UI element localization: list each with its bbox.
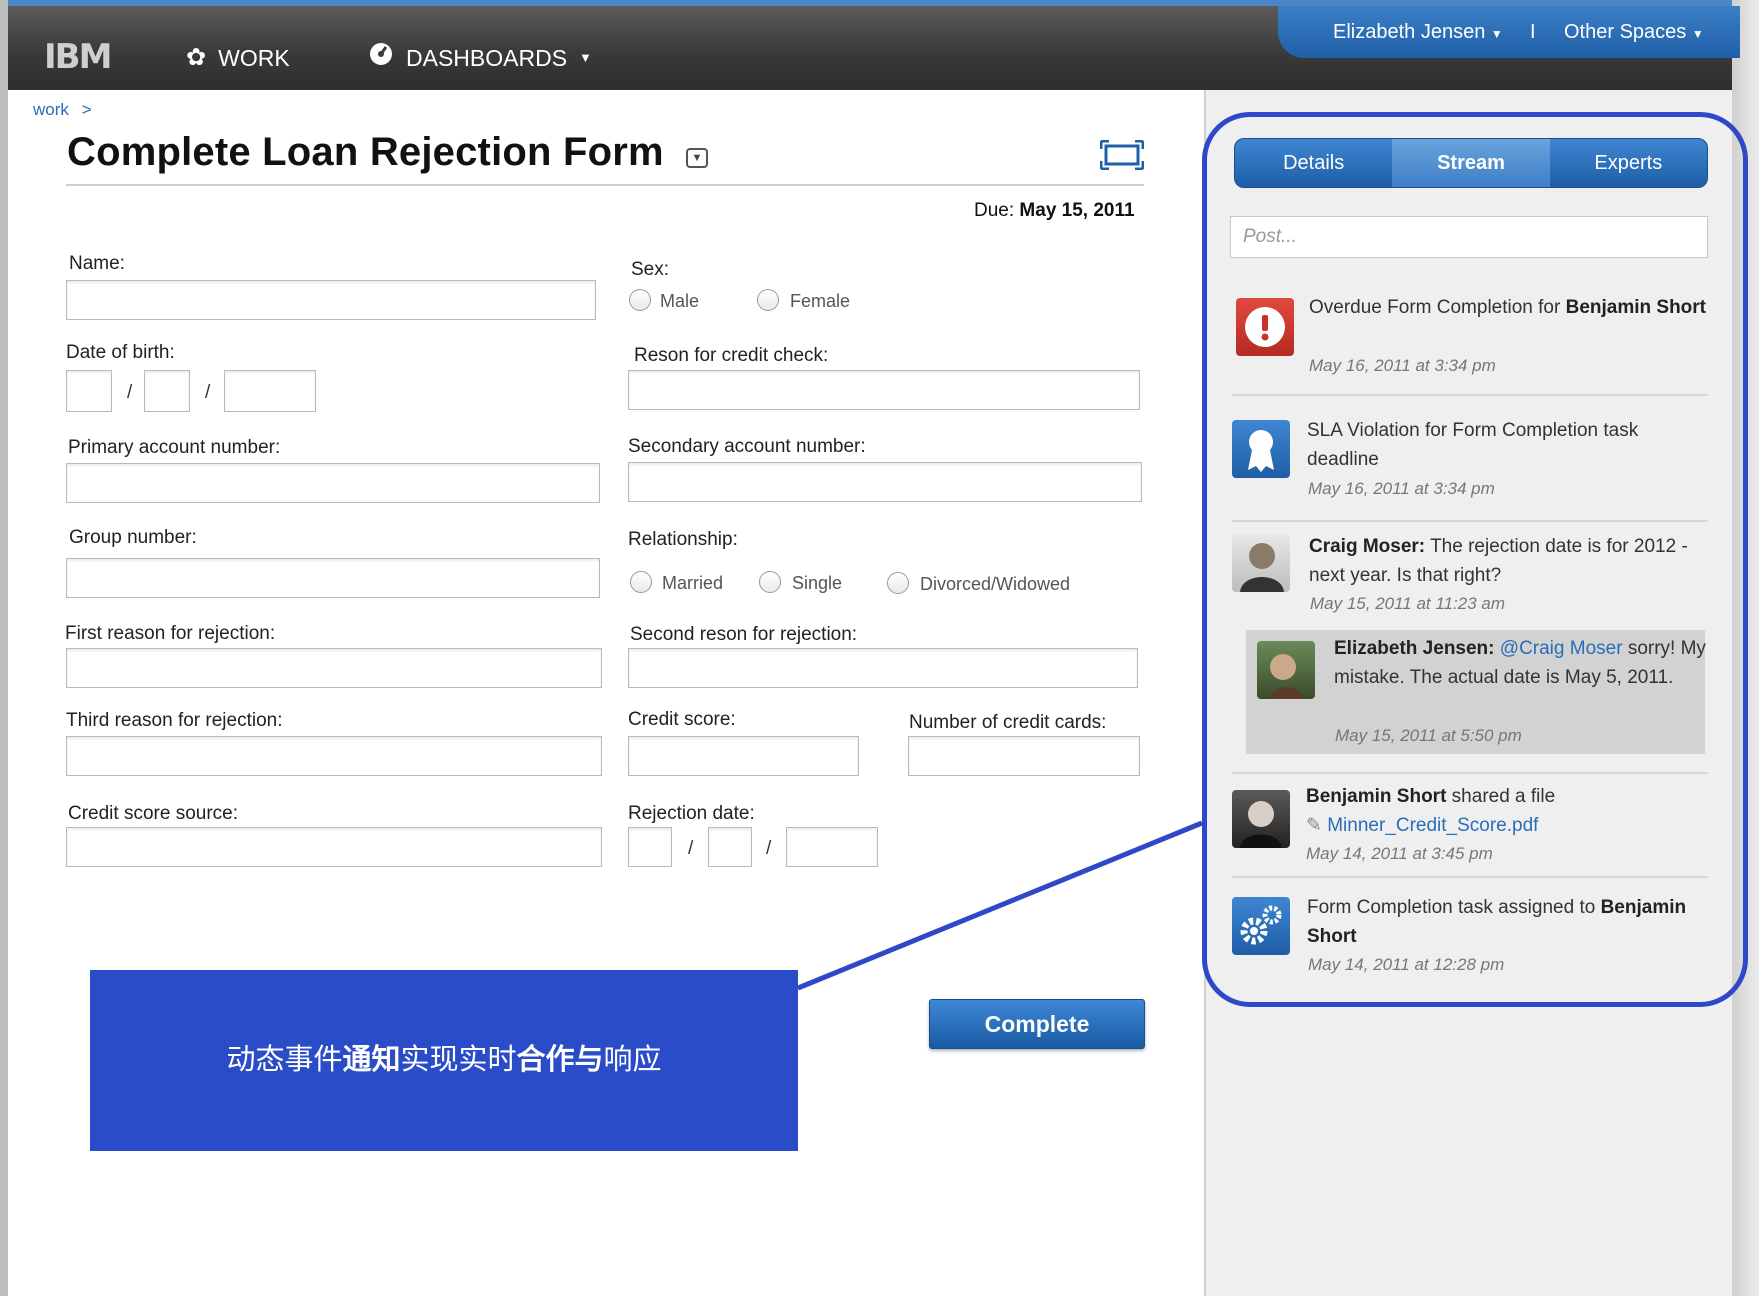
credit-score-label: Credit score: bbox=[628, 709, 736, 730]
primary-account-input[interactable] bbox=[66, 463, 600, 503]
credit-check-reason-label: Reson for credit check: bbox=[634, 345, 829, 366]
sex-male-radio[interactable] bbox=[629, 289, 651, 311]
relationship-divorced-label: Divorced/Widowed bbox=[920, 574, 1071, 594]
chevron-down-icon: ▼ bbox=[579, 50, 592, 65]
chevron-down-icon: ▼ bbox=[691, 152, 703, 164]
nav-dashboards[interactable]: DASHBOARDS ▼ bbox=[368, 42, 592, 74]
first-reason-input[interactable] bbox=[66, 648, 602, 688]
callout-text-3: 实现实时 bbox=[400, 1044, 517, 1076]
dob-year-input[interactable] bbox=[224, 370, 316, 412]
date-slash: / bbox=[205, 382, 211, 403]
rejection-date-label: Rejection date: bbox=[628, 803, 755, 824]
credit-check-reason-input[interactable] bbox=[628, 370, 1140, 410]
name-input[interactable] bbox=[66, 280, 596, 320]
secondary-account-label: Secondary account number: bbox=[628, 436, 866, 457]
page-title: Complete Loan Rejection Form bbox=[67, 130, 664, 174]
breadcrumb-separator: > bbox=[81, 100, 92, 119]
credit-score-input[interactable] bbox=[628, 736, 859, 776]
dob-label: Date of birth: bbox=[66, 342, 175, 363]
user-name: Elizabeth Jensen bbox=[1333, 21, 1486, 43]
relationship-label: Relationship: bbox=[628, 529, 738, 550]
expand-icon[interactable] bbox=[1099, 139, 1145, 171]
nav-dashboards-label: DASHBOARDS bbox=[406, 45, 568, 71]
stream-highlight-outline bbox=[1202, 112, 1748, 1007]
top-navigation-bar: IBM ✿ WORK DASHBOARDS ▼ Elizabeth Jensen… bbox=[8, 0, 1740, 90]
rejection-year-input[interactable] bbox=[786, 827, 878, 867]
second-reason-label: Second reson for rejection: bbox=[630, 624, 858, 645]
other-spaces-menu[interactable]: Other Spaces ▼ bbox=[1564, 20, 1704, 46]
rejection-month-input[interactable] bbox=[628, 827, 672, 867]
third-reason-input[interactable] bbox=[66, 736, 602, 776]
callout-text-2: 通知 bbox=[342, 1044, 401, 1076]
gauge-icon bbox=[368, 41, 394, 75]
dob-month-input[interactable] bbox=[66, 370, 112, 412]
credit-score-source-input[interactable] bbox=[66, 827, 602, 867]
chevron-down-icon: ▼ bbox=[1490, 27, 1503, 41]
due-label: Due: bbox=[974, 200, 1015, 221]
first-reason-label: First reason for rejection: bbox=[65, 623, 276, 644]
due-date: Due: May 15, 2011 bbox=[974, 200, 1135, 222]
breadcrumb-work-link[interactable]: work bbox=[33, 100, 69, 119]
user-menu-area: Elizabeth Jensen ▼ I Other Spaces ▼ bbox=[1278, 6, 1740, 58]
relationship-single-label: Single bbox=[792, 573, 843, 593]
title-divider bbox=[66, 184, 1144, 186]
rejection-day-input[interactable] bbox=[708, 827, 752, 867]
third-reason-label: Third reason for rejection: bbox=[66, 710, 283, 731]
date-slash: / bbox=[127, 382, 133, 403]
primary-account-label: Primary account number: bbox=[68, 437, 281, 458]
dob-day-input[interactable] bbox=[144, 370, 190, 412]
callout-box: 动态事件通知实现实时合作与响应 bbox=[90, 970, 798, 1151]
complete-button[interactable]: Complete bbox=[929, 999, 1145, 1049]
num-cards-label: Number of credit cards: bbox=[909, 712, 1107, 733]
date-slash: / bbox=[766, 838, 772, 859]
breadcrumb: work > bbox=[33, 100, 92, 120]
relationship-married-label: Married bbox=[662, 573, 724, 593]
title-dropdown-button[interactable]: ▼ bbox=[686, 148, 708, 168]
second-reason-input[interactable] bbox=[628, 648, 1138, 688]
group-number-input[interactable] bbox=[66, 558, 600, 598]
callout-text-4: 合作与 bbox=[516, 1044, 604, 1076]
callout-text-1: 动态事件 bbox=[226, 1044, 343, 1076]
sex-female-label: Female bbox=[790, 291, 851, 311]
window-frame-left bbox=[0, 0, 8, 1296]
sex-female-radio[interactable] bbox=[757, 289, 779, 311]
date-slash: / bbox=[688, 838, 694, 859]
relationship-divorced-radio[interactable] bbox=[887, 572, 909, 594]
relationship-single-radio[interactable] bbox=[759, 571, 781, 593]
menu-separator: I bbox=[1530, 21, 1536, 43]
secondary-account-input[interactable] bbox=[628, 462, 1142, 502]
name-label: Name: bbox=[69, 253, 125, 274]
due-date-value: May 15, 2011 bbox=[1019, 200, 1135, 221]
relationship-married-radio[interactable] bbox=[630, 571, 652, 593]
other-spaces-label: Other Spaces bbox=[1564, 21, 1687, 43]
sex-label: Sex: bbox=[631, 259, 670, 280]
group-number-label: Group number: bbox=[69, 527, 197, 548]
user-menu[interactable]: Elizabeth Jensen ▼ bbox=[1333, 20, 1503, 46]
credit-score-source-label: Credit score source: bbox=[68, 803, 239, 824]
callout-text-5: 响应 bbox=[603, 1044, 662, 1076]
num-cards-input[interactable] bbox=[908, 736, 1140, 776]
chevron-down-icon: ▼ bbox=[1691, 27, 1704, 41]
ibm-logo: IBM bbox=[44, 38, 129, 76]
nav-work-label: WORK bbox=[218, 45, 290, 71]
sex-male-label: Male bbox=[660, 291, 700, 311]
nav-work[interactable]: ✿ WORK bbox=[186, 42, 290, 74]
gear-icon: ✿ bbox=[186, 44, 207, 71]
